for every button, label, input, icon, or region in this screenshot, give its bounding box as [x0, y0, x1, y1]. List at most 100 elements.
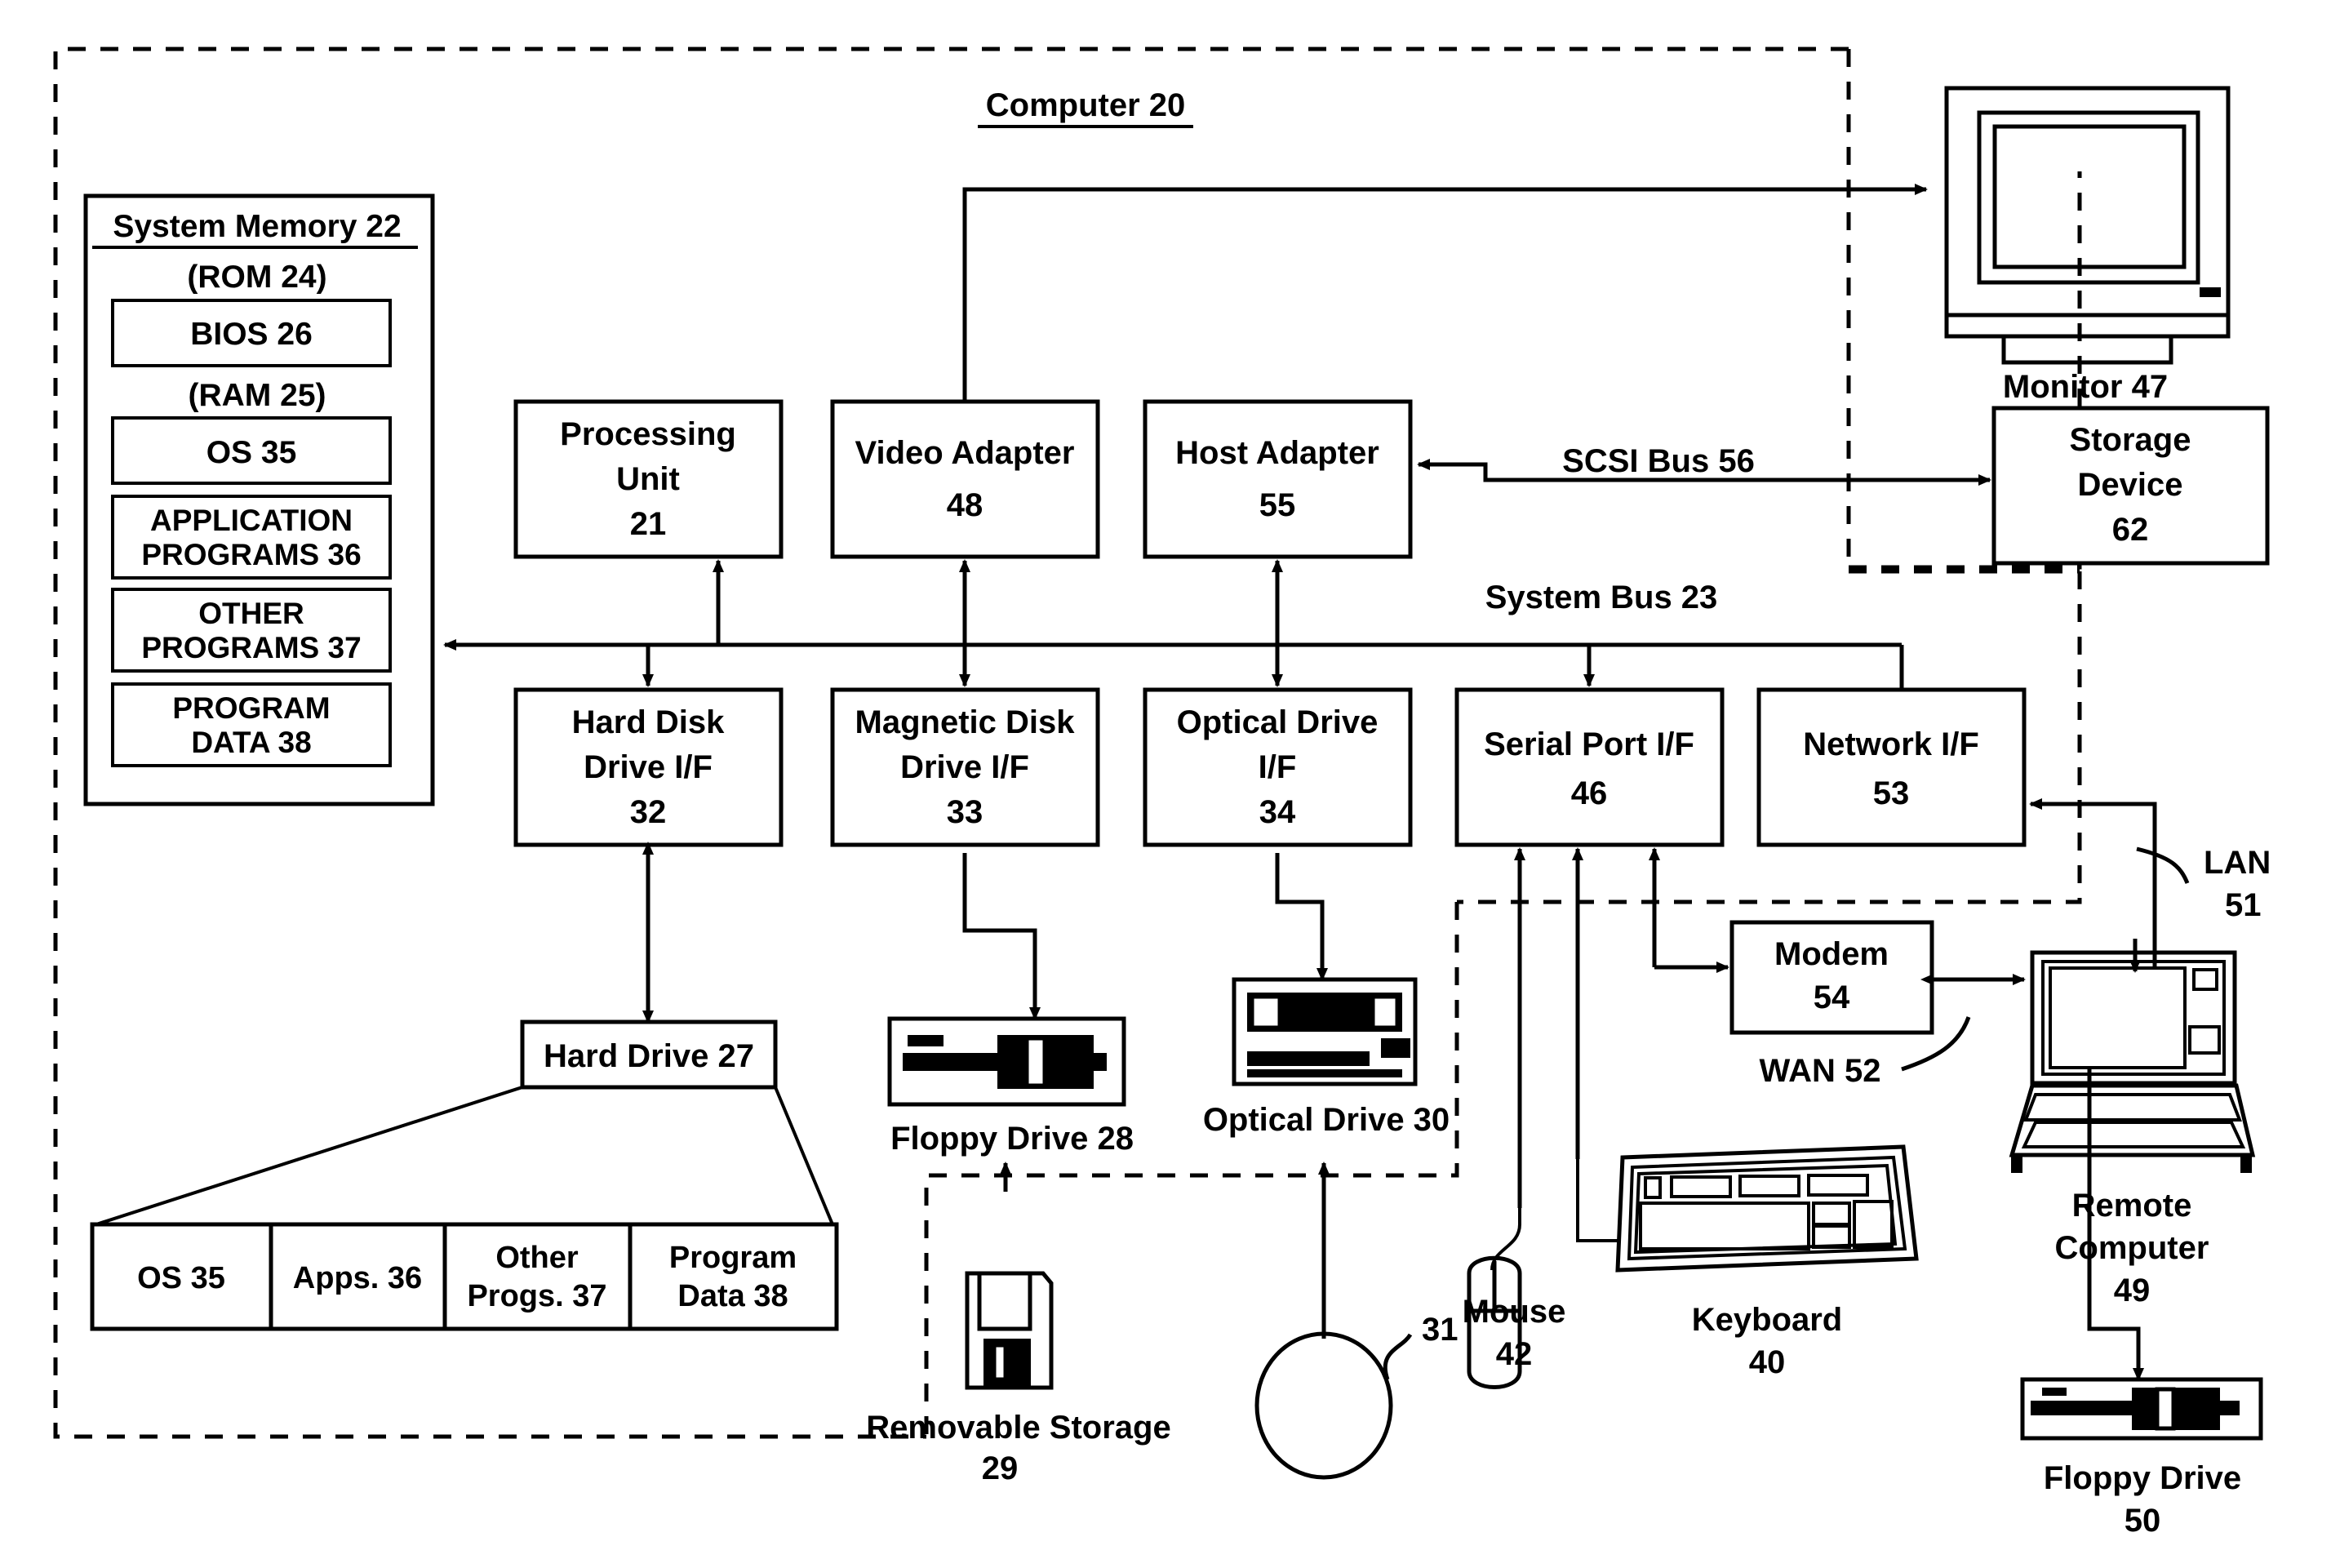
network-if-box-group: Network I/F 53 — [1756, 687, 2027, 847]
removable-storage-diskette-label-area — [977, 1271, 1032, 1331]
optical-drive-30-tray-left — [1250, 994, 1282, 1030]
optical-drive-if-line2: I/F — [1259, 749, 1297, 785]
remote-computer-label-line1: Remote — [2072, 1188, 2192, 1224]
keyboard-esc-key — [1644, 1176, 1662, 1199]
partition-apps-36: Apps. 36 — [293, 1261, 422, 1295]
ram-header: (RAM 25) — [188, 378, 326, 413]
monitor-group: Monitor 47 — [1944, 86, 2231, 405]
keyboard-main-key-block — [1639, 1202, 1810, 1250]
serial-port-if-box-group: Serial Port I/F 46 — [1454, 687, 1725, 847]
storage-device-line3: 62 — [2112, 512, 2149, 548]
mdd-if-to-floppy-drive-28 — [962, 853, 1041, 1020]
remote-computer-foot-left — [2011, 1155, 2022, 1173]
remote-to-floppy50-wiring — [2087, 1069, 2144, 1381]
lan-leader-curve — [2136, 846, 2190, 884]
floppy-drive-50-led-icon — [2042, 1388, 2067, 1396]
modem-line2: 54 — [1814, 979, 1850, 1015]
hard-drive-left-perspective — [95, 1086, 523, 1226]
odd-if-to-optical-wiring — [1275, 853, 1328, 981]
system-memory-heading: System Memory 22 — [113, 209, 401, 244]
processing-unit-line2: Unit — [616, 461, 680, 497]
monitor-screen — [1992, 124, 2187, 269]
monitor-base-front — [1944, 313, 2231, 339]
hard-drive-label: Hard Drive 27 — [544, 1038, 754, 1074]
remote-computer-lid-badge — [2192, 968, 2218, 991]
mouse-label-line2: 42 — [1496, 1336, 1533, 1372]
hard-disk-drive-if-line2: Drive I/F — [584, 749, 713, 785]
scsi-bus-wiring: SCSI Bus 56 — [1417, 443, 1991, 486]
optical-drive-30-line1 — [1247, 1051, 1370, 1066]
partition-other-progs-line1: Other — [495, 1241, 579, 1275]
network-if-line2: 53 — [1873, 775, 1910, 811]
remote-computer-screen — [2049, 966, 2187, 1069]
optical-drive-30-group: Optical Drive 30 — [1203, 977, 1450, 1138]
removable-storage-group: Removable Storage 29 — [866, 1271, 1171, 1486]
host-adapter-line2: 55 — [1259, 487, 1296, 523]
partition-program-data-line2: Data 38 — [677, 1279, 788, 1313]
optical-disc-31-shape — [1254, 1331, 1393, 1480]
processing-unit-line1: Processing — [560, 416, 736, 452]
program-data-line1: PROGRAM — [172, 691, 330, 725]
video-adapter-box — [830, 399, 1100, 559]
optical-disc-31-group: 31 — [1254, 1312, 1459, 1480]
other-programs-line2: PROGRAMS 37 — [141, 631, 361, 664]
floppy-drive-28-group: Floppy Drive 28 — [887, 1016, 1134, 1157]
remote-computer-label-line3: 49 — [2114, 1273, 2151, 1308]
bus-to-core-connectors — [713, 559, 1283, 645]
system-memory-block: System Memory 22 (ROM 24) BIOS 26 (RAM 2… — [83, 193, 435, 806]
host-adapter-line1: Host Adapter — [1175, 435, 1379, 471]
partition-other-progs-line2: Progs. 37 — [467, 1279, 606, 1313]
application-programs-line2: PROGRAMS 36 — [141, 538, 361, 571]
monitor-stand — [2001, 334, 2173, 365]
serial-port-if-box — [1454, 687, 1725, 847]
scsi-bus-label: SCSI Bus 56 — [1562, 443, 1755, 479]
processing-unit-box-group: Processing Unit 21 — [513, 399, 784, 559]
floppy-drive-50-eject-plate — [2132, 1388, 2220, 1430]
lan-label-line1: LAN — [2204, 845, 2271, 881]
partition-program-data-line1: Program — [669, 1241, 797, 1275]
keyboard-label-line1: Keyboard — [1692, 1302, 1843, 1338]
storage-device-line1: Storage — [2070, 422, 2191, 458]
system-bus-wiring: System Bus 23 — [443, 580, 1904, 690]
remote-computer-label-line2: Computer — [2055, 1230, 2209, 1266]
remote-computer-lid-inner — [2041, 960, 2226, 1076]
application-programs-line1: APPLICATION — [150, 504, 353, 537]
hard-disk-drive-if-line3: 32 — [630, 794, 667, 830]
keyboard-nav-block-top — [1812, 1202, 1851, 1226]
partition-os-35: OS 35 — [137, 1261, 225, 1295]
network-if-line1: Network I/F — [1803, 726, 1979, 762]
hard-disk-drive-if-box-group: Hard Disk Drive I/F 32 — [513, 687, 784, 847]
patent-figure: Computer 20 System Memory 22 (ROM 24) BI… — [0, 0, 2331, 1568]
remote-computer-base-hinge-strip — [2023, 1093, 2242, 1122]
video-adapter-to-monitor — [962, 184, 1928, 402]
optical-disc-31-callout: 31 — [1422, 1312, 1459, 1348]
keyboard-numpad-block — [1853, 1200, 1894, 1249]
os-35-label: OS 35 — [206, 435, 297, 470]
remote-computer-keyboard-area — [2021, 1121, 2246, 1148]
hard-disk-drive-if-line1: Hard Disk — [572, 704, 725, 740]
storage-device-line2: Device — [2078, 467, 2183, 503]
removable-storage-diskette-shutter-slot — [992, 1343, 1008, 1382]
floppy-drive-28-label: Floppy Drive 28 — [890, 1121, 1134, 1157]
floppy-drive-50-label-line2: 50 — [2125, 1503, 2161, 1539]
odd-if-to-optical-drive-30 — [1275, 853, 1328, 981]
video-adapter-line1: Video Adapter — [855, 435, 1075, 471]
processing-unit-line3: 21 — [630, 506, 667, 542]
magnetic-disk-drive-if-line2: Drive I/F — [900, 749, 1029, 785]
lan-label-line2: 51 — [2225, 887, 2262, 923]
serial-port-if-line2: 46 — [1571, 775, 1608, 811]
optical-drive-30-button-icon — [1381, 1038, 1410, 1058]
floppy-drive-50-group: Floppy Drive 50 — [2020, 1377, 2263, 1539]
remote-computer-lid — [2030, 950, 2237, 1086]
optical-drive-30-line2 — [1247, 1069, 1402, 1077]
magnetic-disk-drive-if-line1: Magnetic Disk — [855, 704, 1076, 740]
magnetic-disk-drive-if-box-group: Magnetic Disk Drive I/F 33 — [830, 687, 1100, 847]
monitor-led-icon — [2200, 287, 2221, 297]
keyboard-label-line2: 40 — [1749, 1344, 1786, 1380]
wan-label: WAN 52 — [1760, 1053, 1881, 1089]
optical-disc-31-leader — [1383, 1333, 1413, 1380]
optical-drive-30-tray-right — [1370, 994, 1400, 1030]
serial-port-if-line1: Serial Port I/F — [1484, 726, 1694, 762]
remote-computer-to-floppy-50 — [2087, 1069, 2144, 1381]
removable-storage-label-line1: Removable Storage — [866, 1410, 1170, 1446]
